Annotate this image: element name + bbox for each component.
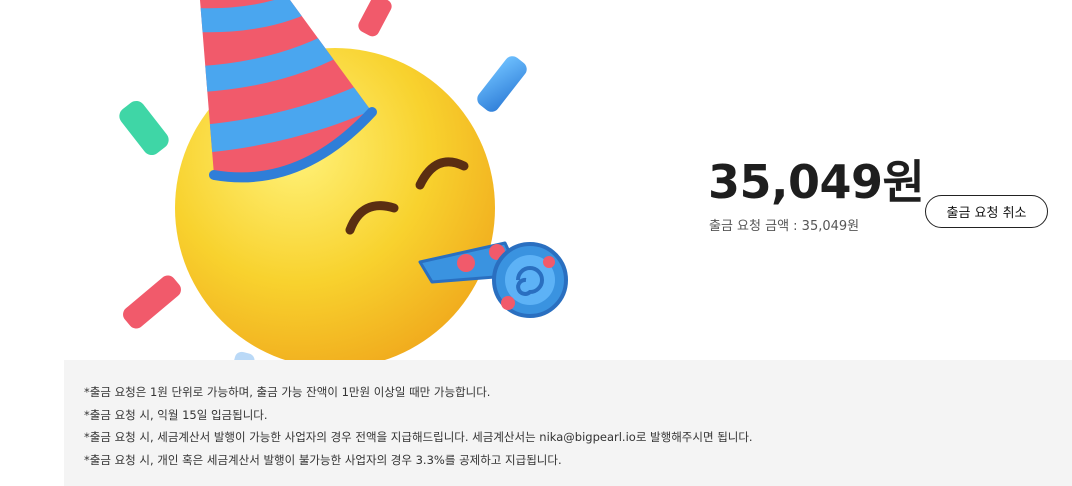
notice-line: *출금 요청 시, 개인 혹은 세금계산서 발행이 불가능한 사업자의 경우 3… [84, 452, 562, 467]
confetti-blue [477, 56, 527, 112]
withdrawal-amount: 35,049원 [708, 155, 925, 209]
withdrawal-notice-box: *출금 요청은 1원 단위로 가능하며, 출금 가능 잔액이 1만원 이상일 때… [64, 360, 1072, 486]
notice-line: *출금 요청은 1원 단위로 가능하며, 출금 가능 잔액이 1만원 이상일 때… [84, 385, 491, 399]
confetti-red-bottom [123, 275, 181, 329]
confetti-green [119, 100, 169, 156]
notice-line: *출금 요청 시, 세금계산서 발행이 가능한 사업자의 경우 전액을 지급해드… [84, 430, 753, 444]
cancel-withdrawal-button[interactable]: 출금 요청 취소 [925, 195, 1048, 228]
confetti-red-top [358, 0, 392, 37]
withdrawal-request-amount-label: 출금 요청 금액 : 35,049원 [709, 219, 860, 234]
notice-line: *출금 요청 시, 익월 15일 입금됩니다. [84, 407, 268, 422]
